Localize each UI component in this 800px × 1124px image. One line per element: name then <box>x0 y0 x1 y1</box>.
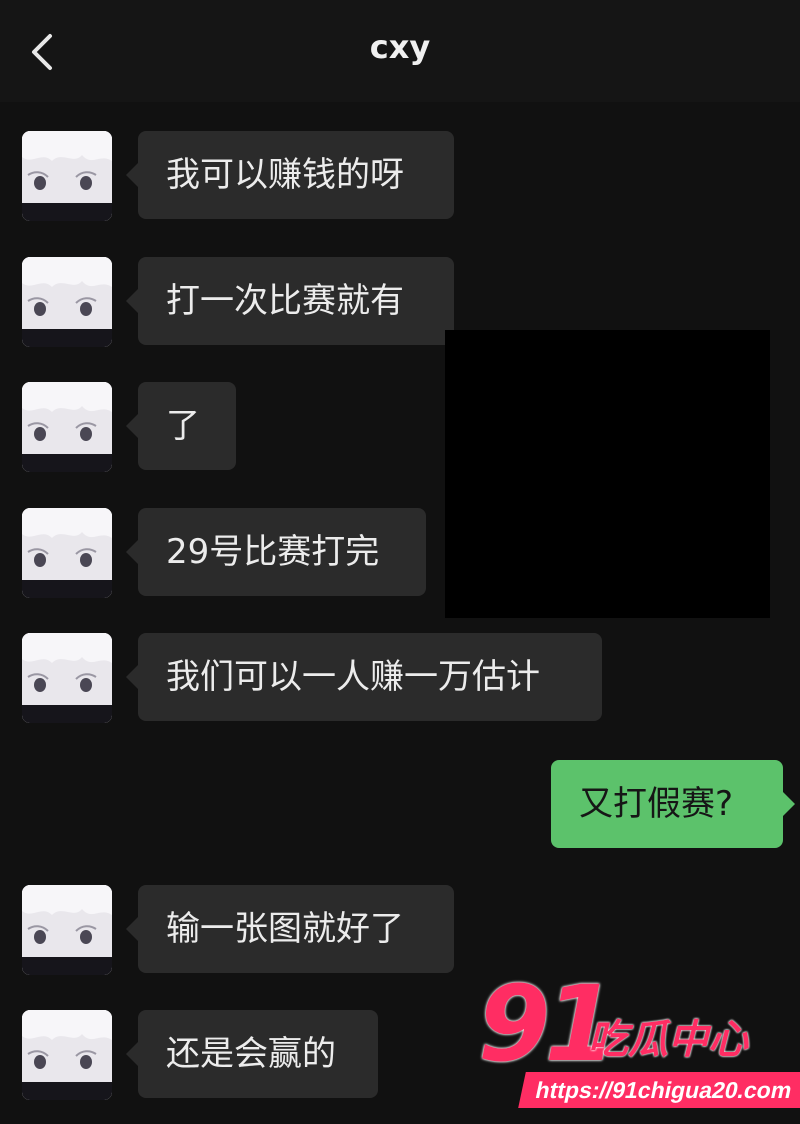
anime-avatar-icon <box>22 382 112 472</box>
message-bubble[interactable]: 了 <box>126 382 236 470</box>
avatar[interactable] <box>22 633 112 723</box>
anime-avatar-icon <box>22 131 112 221</box>
anime-avatar-icon <box>22 1010 112 1100</box>
message-bubble[interactable]: 我可以赚钱的呀 <box>126 131 454 219</box>
anime-avatar-icon <box>22 633 112 723</box>
avatar[interactable] <box>22 1010 112 1100</box>
anime-avatar-icon <box>22 508 112 598</box>
anime-avatar-icon <box>22 257 112 347</box>
watermark-url: https://91chigua20.com <box>518 1072 800 1108</box>
message-bubble[interactable]: 输一张图就好了 <box>126 885 454 973</box>
message-bubble[interactable]: 我们可以一人赚一万估计 <box>126 633 602 721</box>
message-bubble[interactable]: 打一次比赛就有 <box>126 257 454 345</box>
chat-header: cxy <box>0 0 800 102</box>
redaction-block <box>445 330 770 618</box>
message-bubble-outgoing[interactable]: 又打假赛? <box>551 760 795 848</box>
avatar[interactable] <box>22 885 112 975</box>
watermark-brand: 吃瓜中心 <box>588 1017 748 1063</box>
avatar[interactable] <box>22 131 112 221</box>
avatar[interactable] <box>22 382 112 472</box>
message-bubble[interactable]: 还是会赢的 <box>126 1010 378 1098</box>
anime-avatar-icon <box>22 885 112 975</box>
message-bubble[interactable]: 29号比赛打完 <box>126 508 426 596</box>
chat-title: cxy <box>369 28 431 66</box>
avatar[interactable] <box>22 257 112 347</box>
avatar[interactable] <box>22 508 112 598</box>
